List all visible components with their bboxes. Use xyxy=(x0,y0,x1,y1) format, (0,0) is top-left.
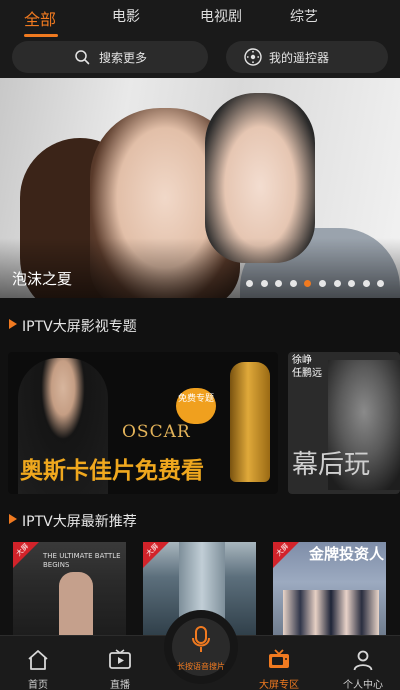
oscar-statue-icon xyxy=(230,362,270,482)
poster-1-tagline: THE ULTIMATE BATTLE BEGINS xyxy=(43,552,121,569)
retro-tv-icon xyxy=(269,649,289,668)
home-icon xyxy=(28,650,48,670)
topic-oscar-headline: 奥斯卡佳片免费看 xyxy=(20,458,204,484)
actor-name: 徐峥 xyxy=(292,355,312,366)
nav-live-label: 直播 xyxy=(110,680,130,690)
tab-movie[interactable]: 电影 xyxy=(112,6,140,26)
banner-dot[interactable] xyxy=(275,280,283,287)
remote-control-icon xyxy=(244,48,262,66)
banner-dot[interactable] xyxy=(362,280,370,287)
banner-dot[interactable] xyxy=(319,280,326,287)
remote-control-button[interactable]: 我的遥控器 xyxy=(226,41,388,73)
search-button[interactable]: 搜索更多 xyxy=(12,41,208,73)
section-title-latest: IPTV大屏最新推荐 xyxy=(22,514,137,530)
actor-name: 任鹏远 xyxy=(292,368,322,379)
banner-dot[interactable] xyxy=(289,280,297,287)
nav-personal-center[interactable]: 个人中心 xyxy=(333,636,393,690)
poster-1-figure xyxy=(59,572,93,642)
poster-golden-investor[interactable]: 金牌投资人 大屏 xyxy=(273,542,386,642)
voice-search-button[interactable] xyxy=(164,610,238,684)
voice-search-label: 长按语音搜片 xyxy=(177,662,225,671)
banner-dot[interactable] xyxy=(333,280,341,287)
nav-big-screen[interactable]: 大屏专区 xyxy=(249,636,309,690)
nav-home[interactable]: 首页 xyxy=(8,636,68,690)
tab-all[interactable]: 全部 xyxy=(24,6,56,30)
poster-resident-evil[interactable]: THE ULTIMATE BATTLE BEGINS 大屏 xyxy=(13,542,126,642)
section-marker-icon xyxy=(9,514,17,524)
tab-tv-series[interactable]: 电视剧 xyxy=(200,6,242,26)
banner-dot[interactable] xyxy=(377,280,385,287)
banner-dot[interactable] xyxy=(304,280,312,287)
poster-3-title: 金牌投资人 xyxy=(309,545,385,563)
hero-banner[interactable]: 泡沫之夏 xyxy=(0,78,400,298)
search-icon xyxy=(75,50,90,65)
banner-dot[interactable] xyxy=(260,280,268,287)
topic-second-headline: 幕后玩 xyxy=(292,450,371,480)
banner-dot[interactable] xyxy=(246,280,253,287)
category-tabs: 全部 电影 电视剧 综艺 xyxy=(0,6,400,37)
tab-variety[interactable]: 综艺 xyxy=(290,6,318,26)
nav-personal-center-label: 个人中心 xyxy=(343,680,383,690)
search-label: 搜索更多 xyxy=(99,51,148,65)
top-bar: 全部 电影 电视剧 综艺 搜索更多 我的遥控器 xyxy=(0,0,400,78)
topic-second-names: 徐峥 任鹏远 xyxy=(292,354,322,380)
microphone-icon xyxy=(192,626,210,652)
person-icon xyxy=(353,650,373,671)
topic-card-oscar[interactable]: 免费专题 OSCAR 奥斯卡佳片免费看 xyxy=(8,352,278,494)
topic-card-behind-scenes[interactable]: 徐峥 任鹏远 幕后玩 xyxy=(288,352,400,494)
remote-label: 我的遥控器 xyxy=(269,51,330,65)
oscar-logo: OSCAR xyxy=(122,422,191,442)
banner-pagination xyxy=(246,280,392,288)
tv-play-icon xyxy=(109,649,131,669)
banner-dot[interactable] xyxy=(348,280,356,287)
nav-big-screen-label: 大屏专区 xyxy=(259,680,299,690)
section-marker-icon xyxy=(9,319,17,329)
nav-live[interactable]: 直播 xyxy=(90,636,150,690)
section-title-topics: IPTV大屏影视专题 xyxy=(22,319,137,335)
nav-home-label: 首页 xyxy=(28,680,48,690)
active-tab-indicator xyxy=(24,34,58,37)
free-topic-badge: 免费专题 xyxy=(176,388,216,424)
banner-title: 泡沫之夏 xyxy=(12,270,73,288)
